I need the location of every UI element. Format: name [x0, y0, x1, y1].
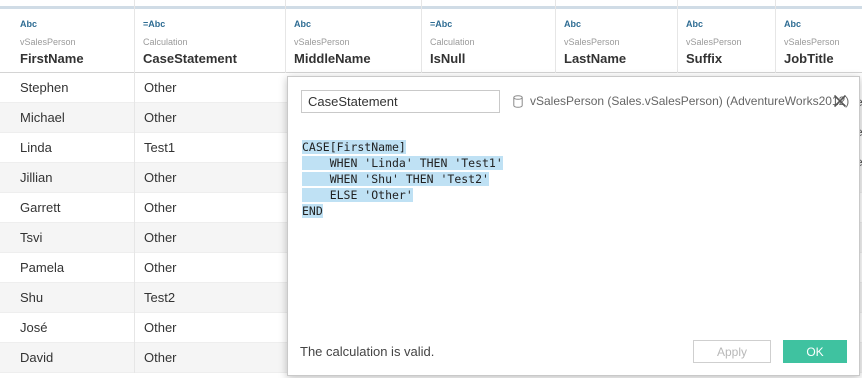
- column-accent-bar: [286, 6, 421, 9]
- formula-editor[interactable]: CASE[FirstName] WHEN 'Linda' THEN 'Test1…: [302, 139, 503, 219]
- cell-firstname: Michael: [20, 110, 65, 125]
- validation-status: The calculation is valid.: [300, 344, 435, 359]
- cell-casestatement: Other: [144, 230, 177, 245]
- column-header-isnull[interactable]: =Abc Calculation IsNull: [421, 0, 555, 73]
- column-source: Calculation: [430, 37, 475, 47]
- column-divider: [134, 73, 135, 103]
- column-name: IsNull: [430, 51, 466, 66]
- string-type-icon: Abc: [784, 19, 802, 29]
- cell-casestatement: Other: [144, 80, 177, 95]
- cell-firstname: José: [20, 320, 48, 335]
- column-source: vSalesPerson: [20, 37, 76, 47]
- column-header-casestatement[interactable]: =Abc Calculation CaseStatement: [134, 0, 285, 73]
- column-accent-bar: [0, 6, 134, 9]
- string-type-icon: Abc: [20, 19, 38, 29]
- code-line: END: [302, 204, 323, 218]
- column-header-suffix[interactable]: Abc vSalesPerson Suffix: [677, 0, 775, 73]
- cell-casestatement: Other: [144, 170, 177, 185]
- column-divider: [134, 223, 135, 253]
- cell-firstname: David: [20, 350, 54, 365]
- column-name: LastName: [564, 51, 627, 66]
- column-source: vSalesPerson: [784, 37, 840, 47]
- code-line: WHEN 'Linda' THEN 'Test1': [302, 156, 503, 170]
- column-divider: [134, 133, 135, 163]
- cell-casestatement: Other: [144, 110, 177, 125]
- cell-casestatement: Other: [144, 320, 177, 335]
- column-name: CaseStatement: [143, 51, 237, 66]
- column-name: JobTitle: [784, 51, 834, 66]
- column-accent-bar: [556, 6, 677, 9]
- column-divider: [134, 193, 135, 223]
- code-line: CASE[FirstName]: [302, 140, 406, 154]
- code-line: WHEN 'Shu' THEN 'Test2': [302, 172, 489, 186]
- cell-casestatement: Test1: [144, 140, 176, 155]
- column-divider: [134, 253, 135, 283]
- column-source: Calculation: [143, 37, 188, 47]
- cell-casestatement: Test2: [144, 290, 176, 305]
- column-header-middlename[interactable]: Abc vSalesPerson MiddleName: [285, 0, 421, 73]
- column-divider: [134, 283, 135, 313]
- column-accent-bar: [422, 6, 555, 9]
- column-divider: [134, 163, 135, 193]
- cell-firstname: Stephen: [20, 80, 69, 95]
- cell-casestatement: Other: [144, 260, 177, 275]
- cell-casestatement: Other: [144, 350, 177, 365]
- ok-button[interactable]: OK: [783, 340, 847, 363]
- column-name: Suffix: [686, 51, 723, 66]
- column-header-jobtitle[interactable]: Abc vSalesPerson JobTitle: [775, 0, 862, 73]
- calc-string-type-icon: =Abc: [430, 19, 453, 29]
- column-accent-bar: [678, 6, 775, 9]
- column-divider: [134, 343, 135, 373]
- calc-string-type-icon: =Abc: [143, 19, 166, 29]
- column-divider: [134, 313, 135, 343]
- close-icon[interactable]: [833, 94, 847, 108]
- cell-firstname: Pamela: [20, 260, 65, 275]
- column-name: FirstName: [20, 51, 84, 66]
- cell-firstname: Tsvi: [20, 230, 43, 245]
- datasource-label: vSalesPerson (Sales.vSalesPerson) (Adven…: [530, 94, 850, 108]
- cell-firstname: Jillian: [20, 170, 53, 185]
- cell-casestatement: Other: [144, 200, 177, 215]
- column-source: vSalesPerson: [686, 37, 742, 47]
- column-name: MiddleName: [294, 51, 371, 66]
- string-type-icon: Abc: [294, 19, 312, 29]
- cell-firstname: Shu: [20, 290, 44, 305]
- apply-button[interactable]: Apply: [693, 340, 771, 363]
- string-type-icon: Abc: [564, 19, 582, 29]
- cell-firstname: Linda: [20, 140, 52, 155]
- column-header-lastname[interactable]: Abc vSalesPerson LastName: [555, 0, 677, 73]
- calculation-editor-dialog: vSalesPerson (Sales.vSalesPerson) (Adven…: [287, 76, 860, 376]
- column-source: vSalesPerson: [564, 37, 620, 47]
- column-header-bar: Abc vSalesPerson FirstName =Abc Calculat…: [0, 0, 862, 73]
- column-header-firstname[interactable]: Abc vSalesPerson FirstName: [0, 0, 134, 73]
- column-accent-bar: [776, 6, 862, 9]
- code-line: ELSE 'Other': [302, 188, 413, 202]
- database-icon: [513, 95, 523, 108]
- column-source: vSalesPerson: [294, 37, 350, 47]
- column-accent-bar: [135, 6, 285, 9]
- cell-firstname: Garrett: [20, 200, 61, 215]
- column-divider: [134, 103, 135, 133]
- calculation-name-input[interactable]: [301, 90, 500, 113]
- string-type-icon: Abc: [686, 19, 704, 29]
